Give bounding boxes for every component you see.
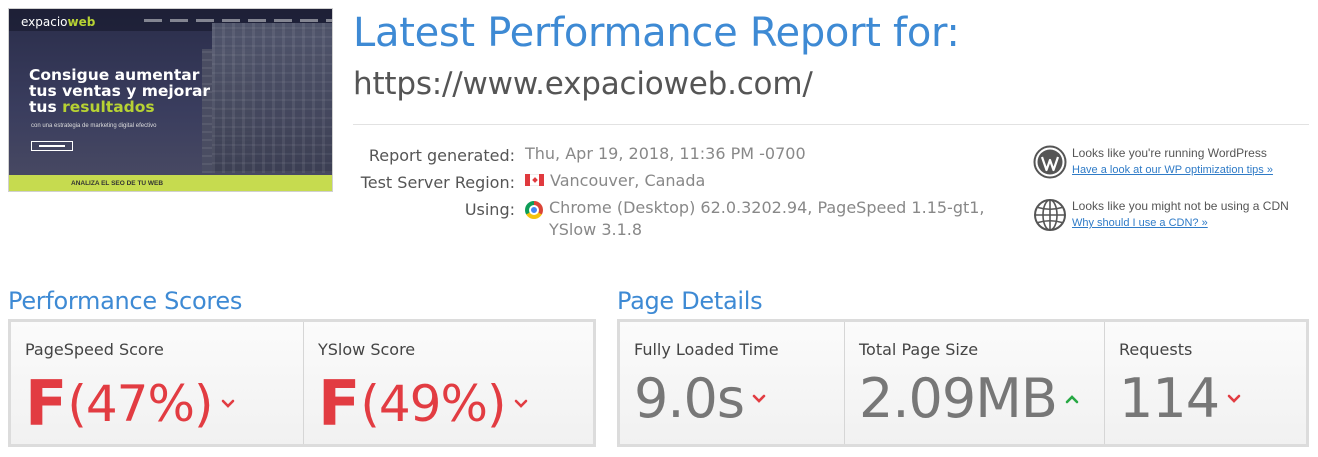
thumbnail-nav-links bbox=[144, 19, 332, 22]
fully-loaded-time-label: Fully Loaded Time bbox=[634, 340, 779, 359]
chevron-down-icon bbox=[752, 394, 766, 403]
cdn-notice: Looks like you might not be using a CDN … bbox=[1033, 198, 1313, 232]
yslow-grade: F bbox=[318, 367, 360, 440]
meta-row-generated: Report generated: Thu, Apr 19, 2018, 11:… bbox=[353, 144, 1013, 165]
performance-scores-panel: PageSpeed Score F (47%) YSlow Score F (4… bbox=[8, 319, 596, 447]
chrome-icon bbox=[525, 201, 543, 219]
pagespeed-score-label: PageSpeed Score bbox=[25, 340, 164, 359]
chevron-down-icon bbox=[1227, 394, 1241, 403]
total-page-size-number: 2.09MB bbox=[859, 367, 1058, 430]
yslow-score-value: F (49%) bbox=[318, 367, 593, 440]
report-url: https://www.expacioweb.com/ bbox=[353, 66, 813, 102]
total-page-size-label: Total Page Size bbox=[859, 340, 979, 359]
requests-value: 114 bbox=[1119, 367, 1306, 430]
site-screenshot-thumbnail: expacioweb Consigue aumentar tus ventas … bbox=[8, 8, 333, 192]
chevron-up-icon bbox=[1065, 394, 1079, 403]
thumbnail-headline: Consigue aumentar tus ventas y mejorar t… bbox=[29, 66, 211, 116]
requests-number: 114 bbox=[1119, 367, 1220, 430]
report-title: Latest Performance Report for: bbox=[353, 10, 960, 56]
page-details-title: Page Details bbox=[617, 287, 763, 315]
meta-label: Using: bbox=[464, 200, 515, 219]
pagespeed-percent: (47%) bbox=[67, 374, 213, 433]
yslow-score-cell[interactable]: YSlow Score F (49%) bbox=[304, 322, 593, 444]
total-page-size-cell: Total Page Size 2.09MB bbox=[845, 322, 1105, 444]
pagespeed-grade: F bbox=[25, 367, 67, 440]
cdn-notice-text: Looks like you might not be using a CDN bbox=[1072, 199, 1289, 213]
chevron-down-icon bbox=[221, 399, 234, 408]
meta-value: Chrome (Desktop) 62.0.3202.94, PageSpeed… bbox=[525, 197, 995, 241]
pagespeed-score-value: F (47%) bbox=[25, 367, 303, 440]
page-details-panel: Fully Loaded Time 9.0s Total Page Size 2… bbox=[617, 319, 1309, 447]
yslow-percent: (49%) bbox=[360, 374, 506, 433]
thumbnail-band: ANALIZA EL SEO DE TU WEB bbox=[9, 175, 332, 191]
requests-cell: Requests 114 bbox=[1105, 322, 1306, 444]
report-meta: Report generated: Thu, Apr 19, 2018, 11:… bbox=[353, 144, 1013, 249]
fully-loaded-time-cell: Fully Loaded Time 9.0s bbox=[620, 322, 845, 444]
chevron-down-icon bbox=[514, 399, 527, 408]
pagespeed-score-cell[interactable]: PageSpeed Score F (47%) bbox=[11, 322, 304, 444]
performance-scores-title: Performance Scores bbox=[8, 287, 243, 315]
fully-loaded-time-value: 9.0s bbox=[634, 367, 844, 430]
meta-label: Report generated: bbox=[368, 146, 515, 165]
meta-label: Test Server Region: bbox=[360, 173, 515, 192]
globe-icon bbox=[1034, 199, 1066, 231]
why-use-cdn-link[interactable]: Why should I use a CDN? » bbox=[1072, 217, 1208, 229]
meta-value: Vancouver, Canada bbox=[525, 170, 995, 192]
header-divider bbox=[353, 124, 1309, 125]
meta-row-region: Test Server Region: Vancouver, Canada bbox=[353, 170, 1013, 192]
wordpress-notice-text: Looks like you're running WordPress bbox=[1072, 146, 1267, 160]
yslow-score-label: YSlow Score bbox=[318, 340, 416, 359]
meta-row-using: Using: Chrome (Desktop) 62.0.3202.94, Pa… bbox=[353, 197, 1013, 241]
thumbnail-cta bbox=[31, 141, 73, 151]
meta-value: Thu, Apr 19, 2018, 11:36 PM -0700 bbox=[525, 144, 806, 163]
thumbnail-building-image bbox=[212, 23, 332, 173]
wordpress-icon bbox=[1033, 145, 1067, 179]
requests-label: Requests bbox=[1119, 340, 1193, 359]
canada-flag-icon bbox=[525, 174, 544, 186]
wordpress-notice: Looks like you're running WordPress Have… bbox=[1033, 145, 1313, 179]
fully-loaded-time-number: 9.0s bbox=[634, 367, 745, 430]
thumbnail-subline: con una estrategia de marketing digital … bbox=[31, 123, 157, 129]
thumbnail-logo: expacioweb bbox=[21, 15, 96, 29]
total-page-size-value: 2.09MB bbox=[859, 367, 1104, 430]
wp-optimization-tips-link[interactable]: Have a look at our WP optimization tips … bbox=[1072, 164, 1273, 176]
